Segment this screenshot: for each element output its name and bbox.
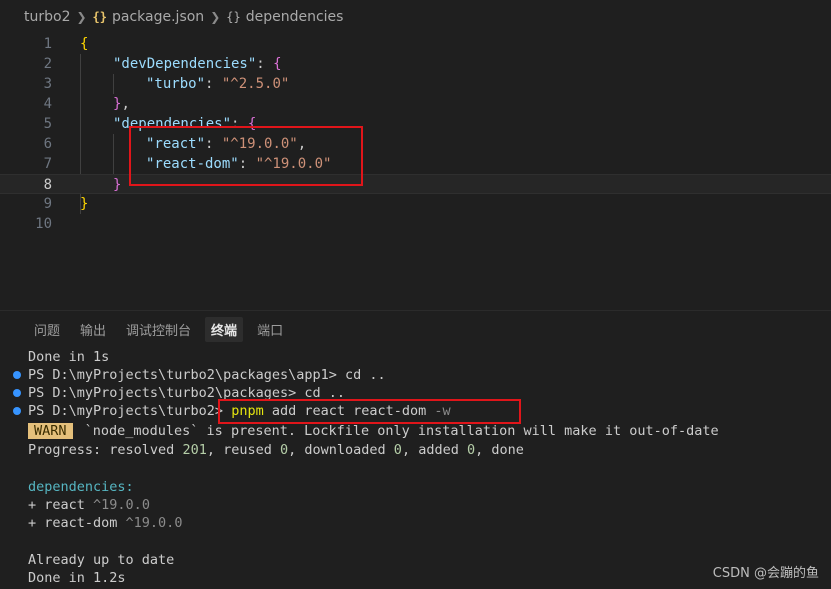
code-line: 2 "devDependencies": {	[0, 54, 831, 74]
code-line: 6 "react": "^19.0.0",	[0, 134, 831, 154]
code-line: 5 "dependencies": {	[0, 114, 831, 134]
annotation-box-terminal	[218, 399, 521, 424]
breadcrumb-node[interactable]: dependencies	[246, 9, 344, 25]
terminal-line: WARN `node_modules` is present. Lockfile…	[28, 422, 719, 440]
terminal-line: Done in 1.2s	[28, 570, 126, 586]
line-number: 9	[43, 196, 52, 212]
breadcrumb-file[interactable]: package.json	[112, 9, 204, 25]
code-line: 9 }	[0, 194, 831, 214]
line-number: 4	[43, 96, 52, 112]
json-file-icon: {}	[92, 10, 107, 24]
code-line: 1 {	[0, 34, 831, 54]
chevron-right-icon: ❯	[210, 10, 221, 24]
terminal-line: Done in 1s	[28, 349, 110, 365]
prompt-dot-icon	[13, 371, 21, 379]
panel-divider	[0, 310, 831, 311]
object-icon: {}	[226, 10, 241, 24]
chevron-right-icon: ❯	[76, 10, 87, 24]
terminal-line: + react ^19.0.0	[28, 497, 150, 513]
line-number: 8	[43, 177, 52, 193]
code-line: 4 },	[0, 94, 831, 114]
breadcrumb: turbo2 ❯ {} package.json ❯ {} dependenci…	[0, 0, 831, 34]
breadcrumb-folder[interactable]: turbo2	[24, 9, 70, 25]
panel-tab-bar: 问题 输出 调试控制台 终端 端口	[0, 312, 831, 346]
terminal[interactable]: Done in 1s PS D:\myProjects\turbo2\packa…	[0, 346, 831, 589]
code-line-current: 8 }	[0, 174, 831, 194]
line-number: 7	[43, 156, 52, 172]
terminal-line: Progress: resolved 201, reused 0, downlo…	[28, 442, 524, 458]
code-line: 10	[0, 214, 831, 234]
tab-ports[interactable]: 端口	[251, 317, 289, 342]
line-number: 5	[43, 116, 52, 132]
tab-terminal[interactable]: 终端	[205, 316, 244, 342]
code-line: 3 "turbo": "^2.5.0"	[0, 74, 831, 94]
watermark: CSDN @会蹦的鱼	[712, 566, 819, 581]
tab-problems[interactable]: 问题	[28, 317, 66, 342]
line-number: 1	[43, 36, 52, 52]
line-number: 3	[43, 76, 52, 92]
terminal-line: Already up to date	[28, 552, 175, 568]
tab-output[interactable]: 输出	[74, 317, 112, 342]
annotation-box-editor	[129, 126, 363, 186]
tab-debug-console[interactable]: 调试控制台	[120, 317, 197, 342]
line-number: 10	[35, 216, 52, 232]
line-number: 2	[43, 56, 52, 72]
terminal-line: PS D:\myProjects\turbo2\packages\app1> c…	[28, 367, 386, 383]
terminal-line: dependencies:	[28, 479, 134, 495]
code-editor[interactable]: 1 { 2 "devDependencies": { 3 "turbo": "^…	[0, 34, 831, 310]
prompt-dot-icon	[13, 407, 21, 415]
prompt-dot-icon	[13, 389, 21, 397]
warn-badge: WARN	[28, 423, 73, 439]
line-number: 6	[43, 136, 52, 152]
code-line: 7 "react-dom": "^19.0.0"	[0, 154, 831, 174]
terminal-line: + react-dom ^19.0.0	[28, 515, 183, 531]
